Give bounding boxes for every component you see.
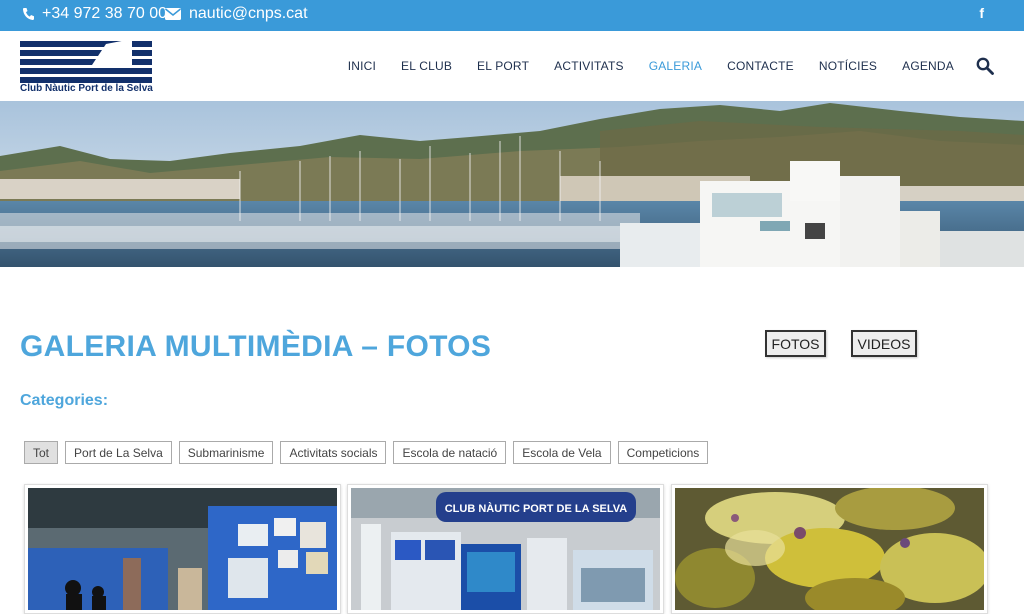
phone-number: +34 972 38 70 00 (42, 5, 168, 22)
email-contact[interactable]: nautic@cnps.cat (165, 5, 308, 23)
nav-item-noticies[interactable]: NOTÍCIES (819, 59, 877, 73)
search-icon[interactable] (976, 57, 994, 75)
logo-text: Club Nàutic Port de la Selva (20, 83, 153, 94)
main-nav: INICI EL CLUB EL PORT ACTIVITATS GALERIA… (323, 31, 954, 101)
filter-tot[interactable]: Tot (24, 441, 59, 464)
fotos-button[interactable]: FOTOS (765, 330, 826, 357)
nav-item-el-port[interactable]: EL PORT (477, 59, 529, 73)
filter-escola-de-vela[interactable]: Escola de Vela (513, 441, 611, 464)
category-filters: Tot Port de La Selva Submarinisme Activi… (24, 441, 715, 464)
gallery-thumbnail[interactable]: CLUB NÀUTIC PORT DE LA SELVA (347, 484, 664, 614)
nav-item-activitats[interactable]: ACTIVITATS (554, 59, 624, 73)
gallery-thumbnail[interactable] (24, 484, 341, 614)
harbor-banner-image (0, 101, 1024, 267)
underwater-coral-photo (675, 488, 984, 610)
envelope-icon (165, 8, 181, 20)
top-bar: +34 972 38 70 00 nautic@cnps.cat f (0, 0, 1024, 31)
gallery-thumbnail[interactable] (671, 484, 988, 614)
videos-button[interactable]: VIDEOS (851, 330, 917, 357)
email-address: nautic@cnps.cat (189, 5, 308, 22)
filter-port-de-la-selva[interactable]: Port de La Selva (65, 441, 172, 464)
facebook-icon[interactable]: f (979, 5, 984, 21)
page-title: GALERIA MULTIMÈDIA – FOTOS (20, 330, 492, 363)
nav-item-inici[interactable]: INICI (348, 59, 376, 73)
nav-item-el-club[interactable]: EL CLUB (401, 59, 452, 73)
stand-sign-text: CLUB NÀUTIC PORT DE LA SELVA (445, 502, 628, 515)
filter-escola-de-natacio[interactable]: Escola de natació (393, 441, 507, 464)
phone-icon (22, 8, 34, 21)
nav-item-contacte[interactable]: CONTACTE (727, 59, 794, 73)
phone-contact[interactable]: +34 972 38 70 00 (22, 5, 167, 23)
filter-submarinisme[interactable]: Submarinisme (178, 441, 274, 464)
nav-item-galeria[interactable]: GALERIA (649, 59, 702, 73)
nav-item-agenda[interactable]: AGENDA (902, 59, 954, 73)
filter-activitats-socials[interactable]: Activitats socials (280, 441, 387, 464)
filter-competicions[interactable]: Competicions (617, 441, 709, 464)
club-stand-photo: CLUB NÀUTIC PORT DE LA SELVA (351, 488, 660, 610)
exhibition-photo (28, 488, 337, 610)
categories-label: Categories: (20, 392, 109, 409)
